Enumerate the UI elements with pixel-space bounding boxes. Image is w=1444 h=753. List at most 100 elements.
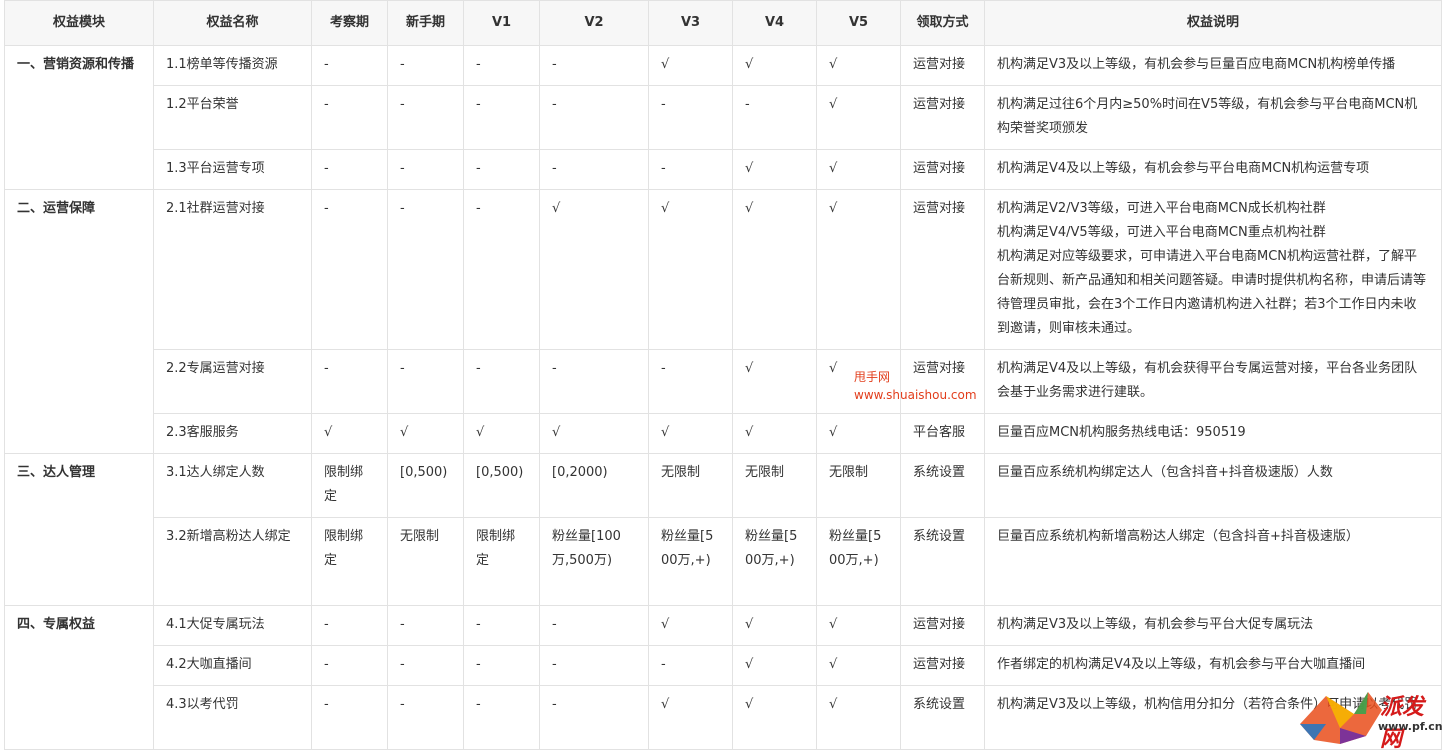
- rights-name-cell: 4.3以考代罚: [153, 685, 312, 750]
- header-method: 领取方式: [900, 0, 985, 46]
- level-cell: -: [387, 85, 464, 150]
- table-row: 一、营销资源和传播 1.1榜单等传播资源 - - - - √ √ √ 运营对接 机构满足V3及以上等…: [4, 45, 1442, 190]
- header-name: 权益名称: [153, 0, 312, 46]
- rights-name-cell: 2.3客服服务: [153, 413, 312, 454]
- desc-cell: 机构满足V3及以上等级，有机会参与平台大促专属玩法: [984, 605, 1442, 646]
- level-cell: √: [648, 605, 733, 646]
- level-cell: -: [387, 45, 464, 86]
- table-row: 1.2平台荣誉 - - - - - - √ 运营对接 机构满足过往6个月内≥50%时间在V5等级，…: [5, 85, 1442, 150]
- rights-name-cell: 3.2新增高粉达人绑定: [153, 517, 312, 606]
- method-cell: 系统设置: [900, 685, 985, 750]
- method-cell: 系统设置: [900, 453, 985, 518]
- level-cell: -: [648, 349, 733, 414]
- module-cell: 三、达人管理: [4, 453, 154, 606]
- level-cell: 限制绑定: [311, 453, 388, 518]
- level-cell: -: [311, 85, 388, 150]
- table-row: 二、运营保障 2.1社群运营对接 - - - √ √ √ √ 运营对接 机构满足V2/V3等级，可进…: [4, 189, 1442, 454]
- level-cell: [0,500): [387, 453, 464, 518]
- desc-cell: 机构满足V2/V3等级，可进入平台电商MCN成长机构社群 机构满足V4/V5等级…: [984, 189, 1442, 350]
- desc-cell: 巨量百应系统机构新增高粉达人绑定（包含抖音+抖音极速版）: [984, 517, 1442, 606]
- level-cell: -: [463, 85, 540, 150]
- level-cell: -: [463, 189, 540, 350]
- level-cell: -: [387, 189, 464, 350]
- desc-cell: 机构满足V4及以上等级，有机会获得平台专属运营对接，平台各业务团队会基于业务需求…: [984, 349, 1442, 414]
- level-cell: √: [816, 149, 901, 190]
- rights-name-cell: 1.2平台荣誉: [153, 85, 312, 150]
- level-cell: 无限制: [816, 453, 901, 518]
- level-cell: -: [539, 645, 649, 686]
- level-cell: [0,500): [463, 453, 540, 518]
- level-cell: -: [463, 349, 540, 414]
- level-cell: √: [816, 85, 901, 150]
- level-cell: -: [463, 645, 540, 686]
- level-cell: -: [311, 645, 388, 686]
- level-cell: -: [463, 605, 540, 646]
- level-cell: √: [732, 413, 817, 454]
- level-cell: -: [648, 645, 733, 686]
- desc-cell: 机构满足V4及以上等级，有机会参与平台电商MCN机构运营专项: [984, 149, 1442, 190]
- level-cell: √: [816, 685, 901, 750]
- method-cell: 运营对接: [900, 45, 985, 86]
- level-cell: √: [816, 413, 901, 454]
- rights-name-cell: 2.2专属运营对接: [153, 349, 312, 414]
- level-cell: -: [463, 149, 540, 190]
- header-novice: 新手期: [387, 0, 464, 46]
- level-cell: √: [463, 413, 540, 454]
- level-cell: 粉丝量[500万,+): [648, 517, 733, 606]
- module-cell: 四、专属权益: [4, 605, 154, 750]
- level-cell: √: [732, 605, 817, 646]
- rights-name-cell: 4.1大促专属玩法: [153, 605, 312, 646]
- table-row: 1.3平台运营专项 - - - - - √ √ 运营对接 机构满足V4及以上等级，有机会参与平台电…: [5, 149, 1442, 190]
- watermark: 甩手网 www.shuaishou.com: [854, 368, 977, 404]
- header-v3: V3: [648, 0, 733, 46]
- level-cell: -: [463, 45, 540, 86]
- level-cell: 限制绑定: [311, 517, 388, 606]
- table-row: 4.3以考代罚 - - - - √ √ √ 系统设置 机构满足V3及以上等级，机构信用分扣分（若符…: [5, 685, 1442, 750]
- level-cell: √: [732, 149, 817, 190]
- level-cell: 限制绑定: [463, 517, 540, 606]
- level-cell: 粉丝量[500万,+): [732, 517, 817, 606]
- header-v5: V5: [816, 0, 901, 46]
- header-inspect: 考察期: [311, 0, 388, 46]
- level-cell: -: [387, 605, 464, 646]
- level-cell: √: [732, 189, 817, 350]
- table-row: 三、达人管理 3.1达人绑定人数 限制绑定 [0,500) [0,500) [0,2000…: [4, 453, 1442, 606]
- desc-cell: 机构满足过往6个月内≥50%时间在V5等级，有机会参与平台电商MCN机构荣誉奖项…: [984, 85, 1442, 150]
- level-cell: √: [648, 45, 733, 86]
- level-cell: -: [539, 605, 649, 646]
- level-cell: -: [387, 645, 464, 686]
- level-cell: √: [539, 413, 649, 454]
- level-cell: -: [539, 349, 649, 414]
- table-row: 3.2新增高粉达人绑定 限制绑定 无限制 限制绑定 粉丝量[100万,500万) 粉丝量[…: [5, 517, 1442, 606]
- level-cell: √: [732, 685, 817, 750]
- level-cell: √: [816, 605, 901, 646]
- level-cell: -: [311, 45, 388, 86]
- level-cell: -: [311, 605, 388, 646]
- table-body: 一、营销资源和传播 1.1榜单等传播资源 - - - - √ √ √ 运营对接 机构满足V3及以上等…: [4, 45, 1442, 750]
- level-cell: -: [311, 189, 388, 350]
- module-cell: 二、运营保障: [4, 189, 154, 454]
- rights-name-cell: 4.2大咖直播间: [153, 645, 312, 686]
- level-cell: √: [648, 685, 733, 750]
- level-cell: -: [539, 85, 649, 150]
- desc-cell: 巨量百应MCN机构服务热线电话：950519: [984, 413, 1442, 454]
- table-row: 2.3客服服务 √ √ √ √ √ √ √ 平台客服 巨量百应MCN机构服务热线电话：950519: [5, 413, 1442, 454]
- method-cell: 平台客服: [900, 413, 985, 454]
- header-v1: V1: [463, 0, 540, 46]
- logo-url: www.pf.cn: [1378, 720, 1443, 733]
- level-cell: -: [387, 349, 464, 414]
- watermark-line1: 甩手网: [854, 370, 891, 384]
- method-cell: 运营对接: [900, 645, 985, 686]
- method-cell: 系统设置: [900, 517, 985, 606]
- level-cell: √: [311, 413, 388, 454]
- level-cell: √: [387, 413, 464, 454]
- level-cell: -: [539, 685, 649, 750]
- method-cell: 运营对接: [900, 605, 985, 646]
- level-cell: √: [539, 189, 649, 350]
- rights-name-cell: 2.1社群运营对接: [153, 189, 312, 350]
- level-cell: √: [648, 413, 733, 454]
- table-row: 4.2大咖直播间 - - - - - √ √ 运营对接 作者绑定的机构满足V4及以上等级，有机会参…: [5, 645, 1442, 686]
- method-cell: 运营对接: [900, 189, 985, 350]
- header-v4: V4: [732, 0, 817, 46]
- rights-table: 权益模块 权益名称 考察期 新手期 V1 V2 V3 V4 V5 领取方式 权益…: [4, 0, 1442, 750]
